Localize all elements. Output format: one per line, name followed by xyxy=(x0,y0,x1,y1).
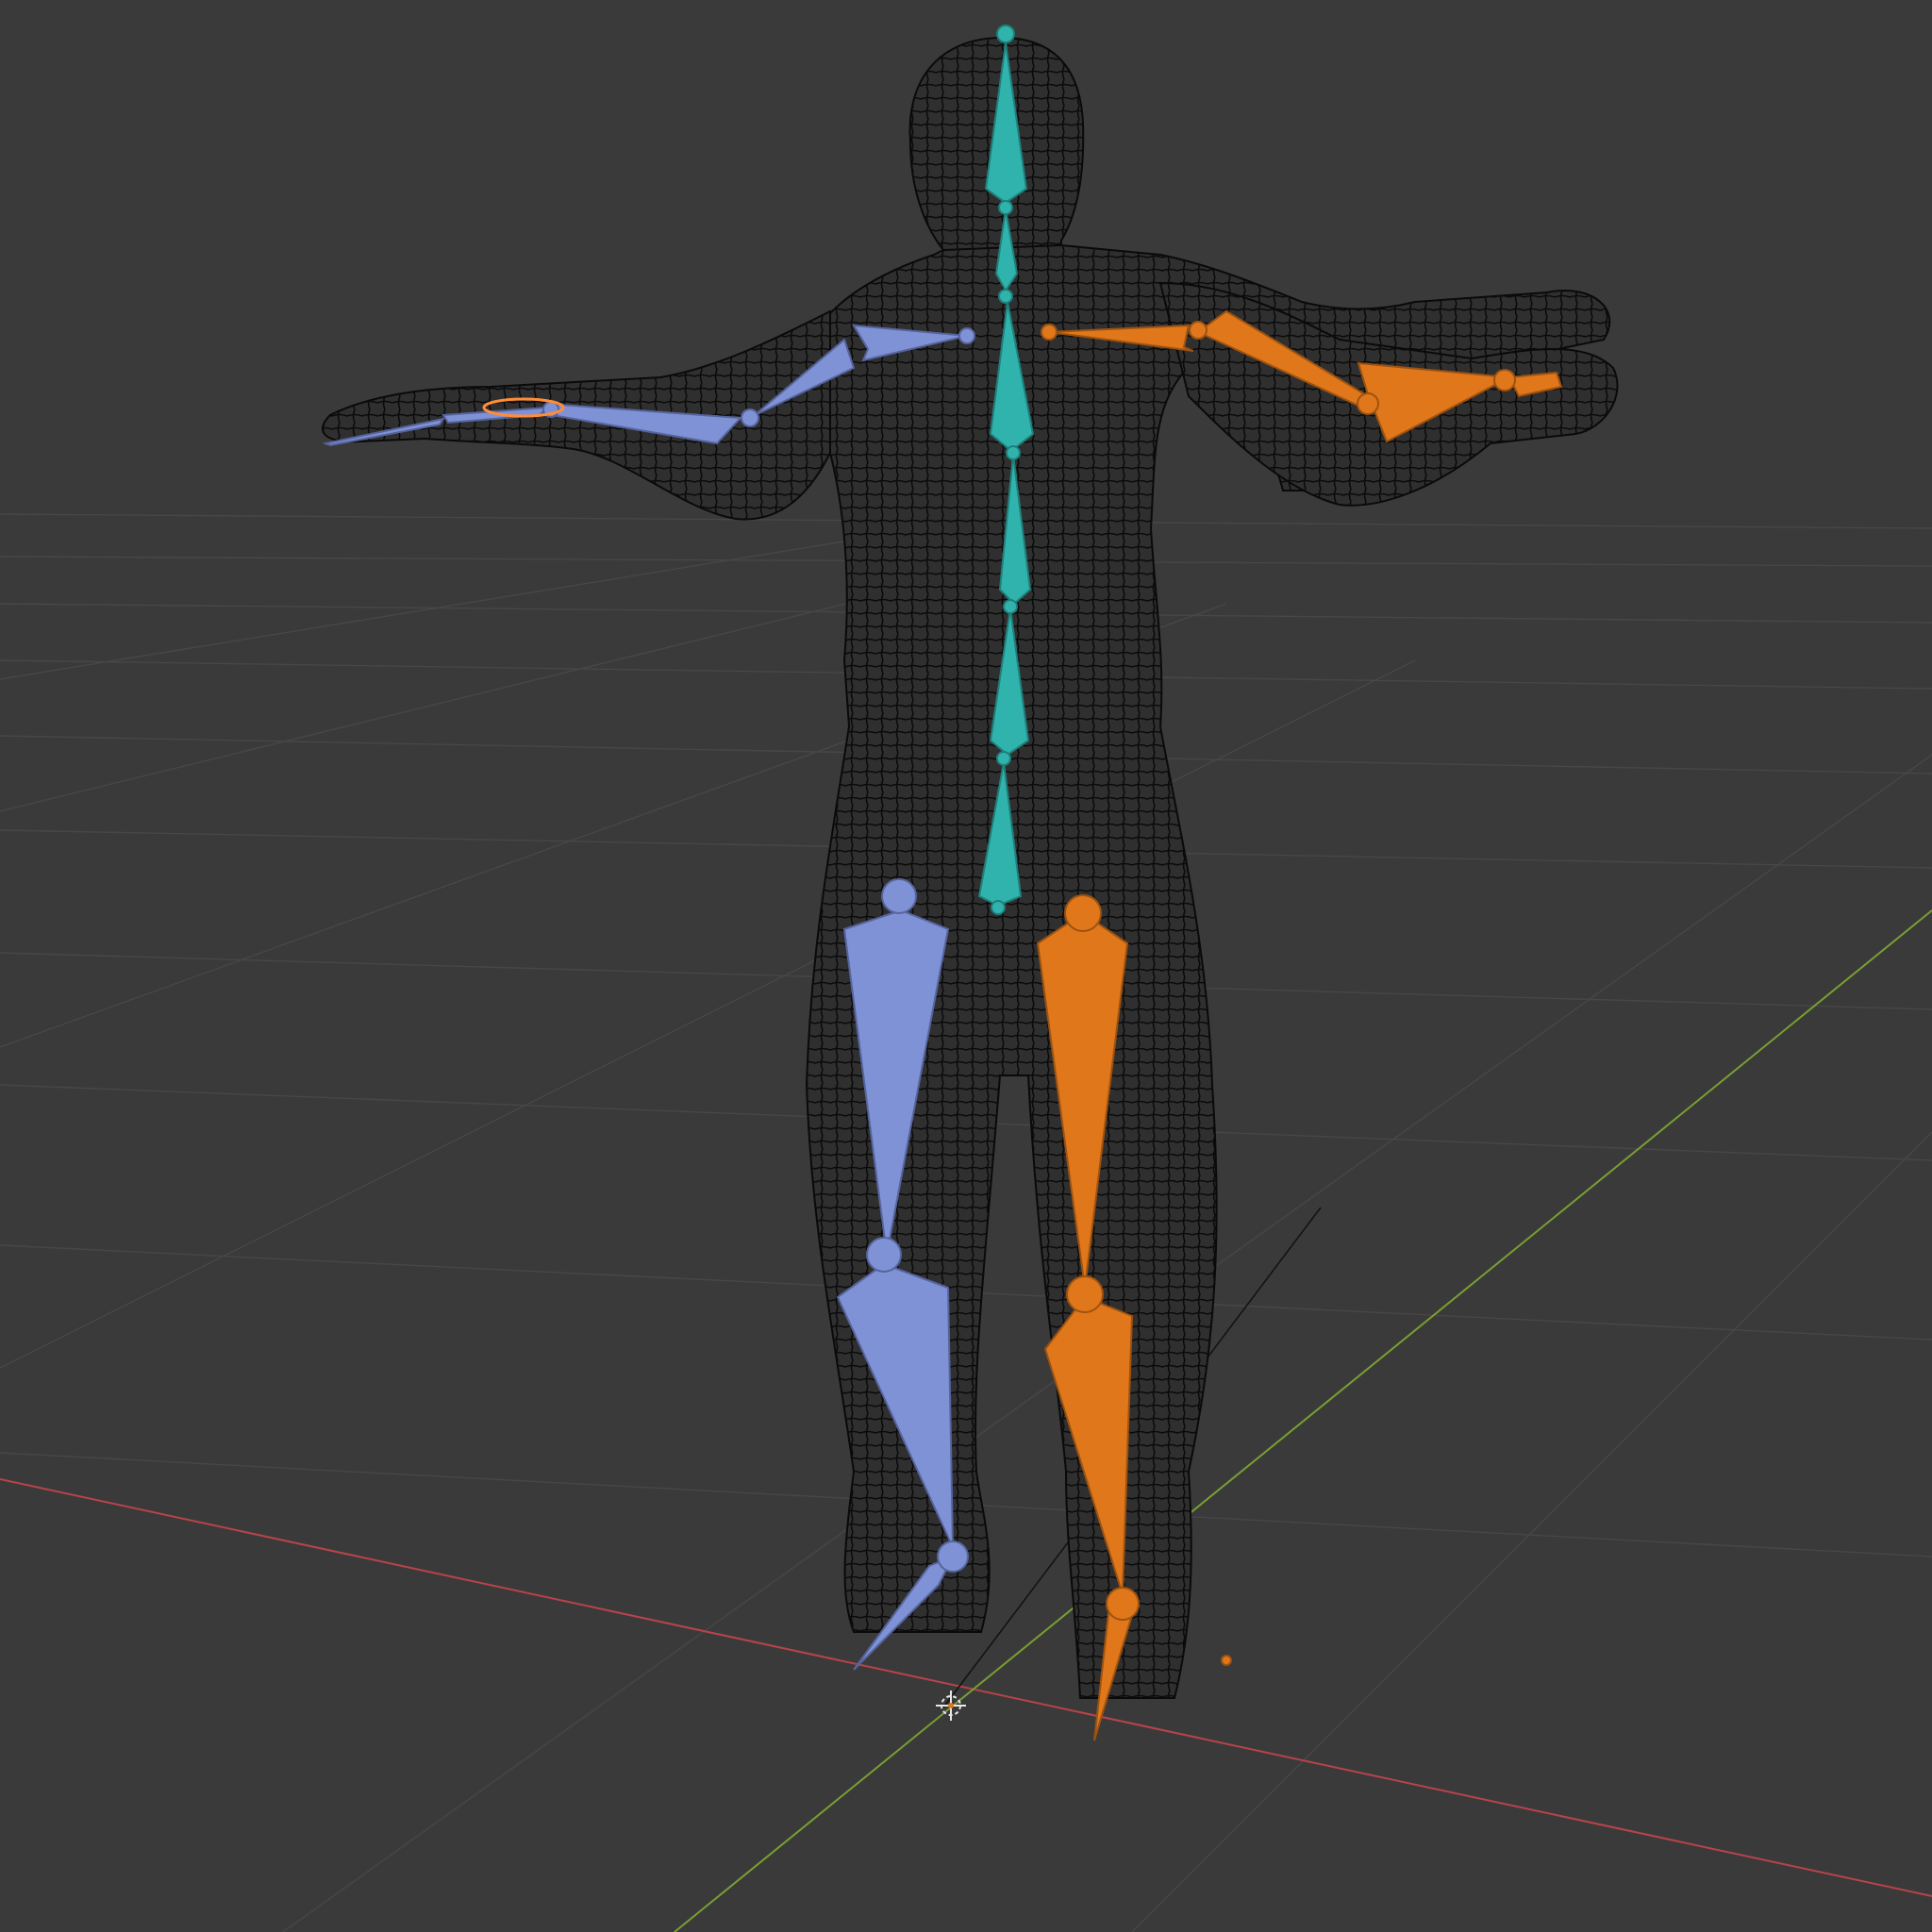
spine-joint[interactable] xyxy=(998,289,1013,304)
left-hip-joint[interactable] xyxy=(881,878,917,914)
spine-joint[interactable] xyxy=(1006,445,1021,460)
right-ankle-joint[interactable] xyxy=(1106,1587,1140,1621)
right-elbow-joint[interactable] xyxy=(1189,321,1208,340)
right-knee-joint[interactable] xyxy=(1066,1275,1104,1313)
right-hand-joint[interactable] xyxy=(1493,369,1516,391)
left-ankle-joint[interactable] xyxy=(937,1541,969,1573)
right-toe-joint[interactable] xyxy=(1221,1655,1232,1666)
left-knee-joint[interactable] xyxy=(866,1237,902,1273)
right-wrist-joint[interactable] xyxy=(1357,392,1379,415)
bone-head-tip-joint[interactable] xyxy=(996,25,1015,43)
3d-viewport[interactable] xyxy=(0,0,1932,1932)
viewport-canvas[interactable] xyxy=(0,0,1932,1932)
spine-joint[interactable] xyxy=(996,751,1011,766)
left-shoulder-joint[interactable] xyxy=(958,327,975,344)
left-elbow-joint[interactable] xyxy=(741,408,759,427)
mesh-wireframe[interactable] xyxy=(322,36,1619,1699)
spine-joint[interactable] xyxy=(998,200,1013,215)
right-shoulder-joint[interactable] xyxy=(1041,324,1058,341)
right-hip-joint[interactable] xyxy=(1064,894,1102,932)
spine-joint[interactable] xyxy=(991,900,1006,915)
spine-joint[interactable] xyxy=(1003,599,1018,614)
